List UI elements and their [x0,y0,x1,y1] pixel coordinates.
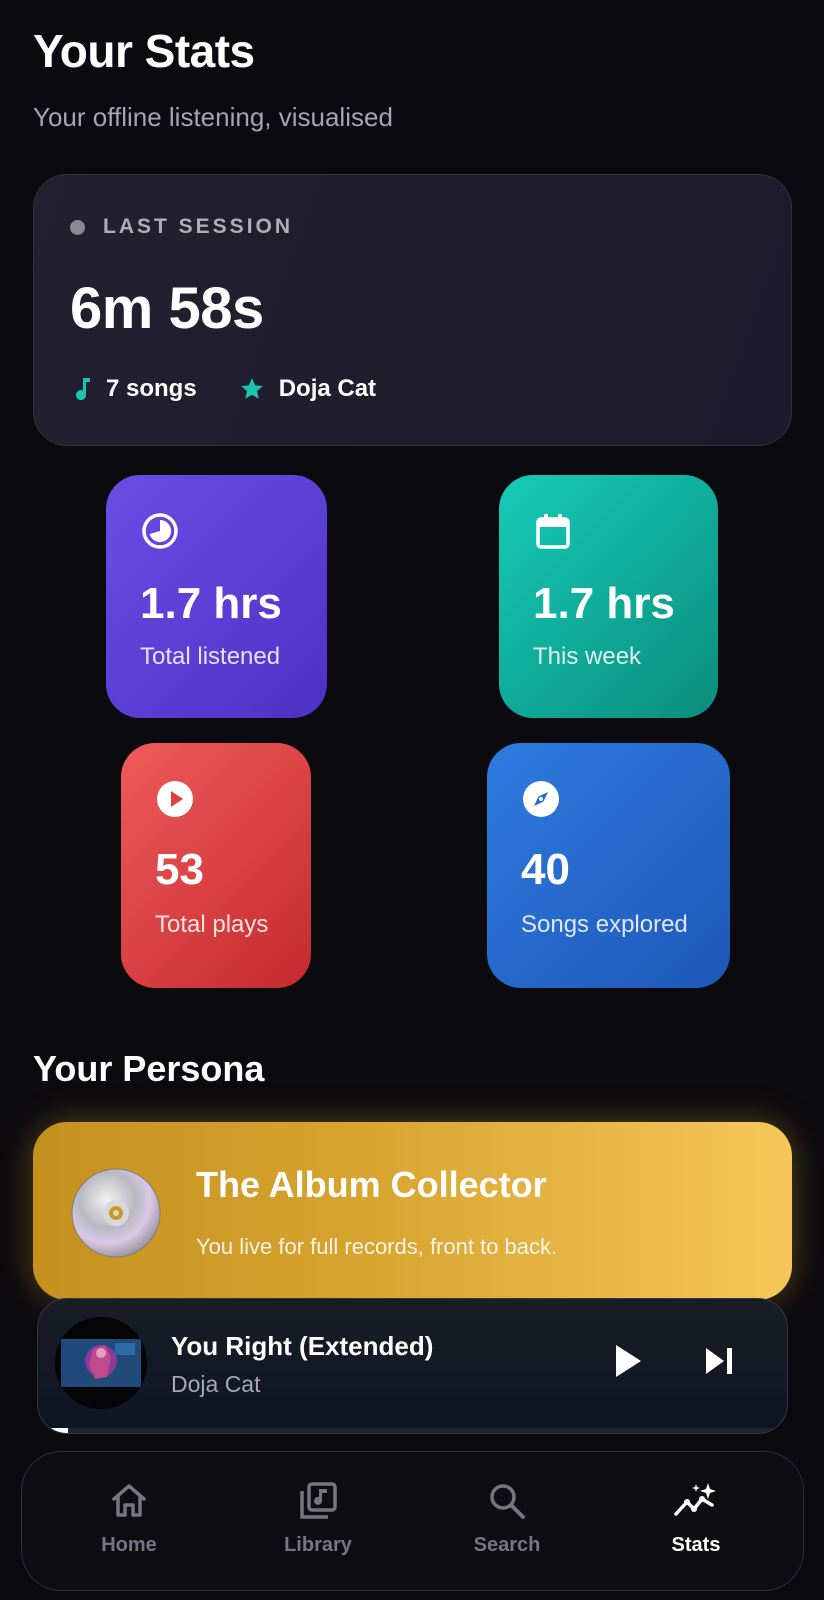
status-dot-icon [70,219,85,235]
nav-label-stats: Stats [671,1534,721,1556]
nav-label-library: Library [284,1534,352,1556]
nav-label-search: Search [473,1534,541,1556]
session-top-artist: Doja Cat [239,375,376,403]
session-label: LAST SESSION [103,215,294,238]
persona-title: The Album Collector [196,1164,547,1205]
session-songs-count: 7 songs [106,375,197,402]
album-art[interactable] [55,1317,147,1409]
persona-card[interactable]: The Album Collector You live for full re… [33,1122,792,1300]
this-week-value: 1.7 hrs [533,579,675,628]
playback-progress-bar[interactable] [38,1428,787,1433]
session-label-row: LAST SESSION [70,215,293,239]
session-songs: 7 songs [74,375,197,403]
persona-description: You live for full records, front to back… [196,1234,558,1259]
play-circle-icon [157,781,193,817]
bottom-navigation: Home Library Search Stats [21,1451,804,1591]
nav-item-search[interactable]: Search [447,1480,567,1557]
album-art-image [55,1317,147,1409]
last-session-card[interactable]: LAST SESSION 6m 58s 7 songs Doja Cat [33,174,792,446]
cd-disc-icon [71,1168,161,1258]
home-icon [112,1484,146,1517]
pie-clock-icon [142,513,178,549]
play-icon[interactable] [605,1339,649,1383]
playback-progress-fill [38,1428,69,1433]
music-note-icon [76,378,90,401]
this-week-tile[interactable]: 1.7 hrs This week [499,475,718,718]
nav-item-library[interactable]: Library [258,1480,378,1557]
session-duration: 6m 58s [70,276,264,341]
persona-section-title: Your Persona [33,1048,265,1089]
session-meta: 7 songs Doja Cat [74,375,418,403]
nav-item-home[interactable]: Home [69,1480,189,1557]
total-plays-label: Total plays [155,911,269,938]
total-listened-value: 1.7 hrs [140,579,282,628]
songs-explored-tile[interactable]: 40 Songs explored [487,743,730,988]
skip-next-icon[interactable] [697,1339,741,1383]
page-subtitle: Your offline listening, visualised [33,102,393,132]
total-plays-tile[interactable]: 53 Total plays [121,743,311,988]
now-playing-artist: Doja Cat [171,1371,261,1397]
total-listened-tile[interactable]: 1.7 hrs Total listened [106,475,327,718]
session-artist-name: Doja Cat [278,375,377,402]
songs-explored-label: Songs explored [521,911,688,938]
nav-label-home: Home [101,1534,157,1556]
this-week-label: This week [533,643,642,670]
total-listened-label: Total listened [140,643,281,670]
star-icon [240,378,263,399]
songs-explored-value: 40 [521,845,570,894]
mini-player[interactable]: You Right (Extended) Doja Cat [37,1298,788,1434]
calendar-icon [536,514,570,549]
search-icon [490,1484,525,1519]
total-plays-value: 53 [155,845,204,894]
compass-icon [523,781,559,817]
page-title: Your Stats [33,25,255,77]
nav-item-stats[interactable]: Stats [636,1480,756,1557]
stats-icon [674,1483,716,1516]
now-playing-title: You Right (Extended) [171,1331,434,1361]
library-icon [300,1482,337,1519]
